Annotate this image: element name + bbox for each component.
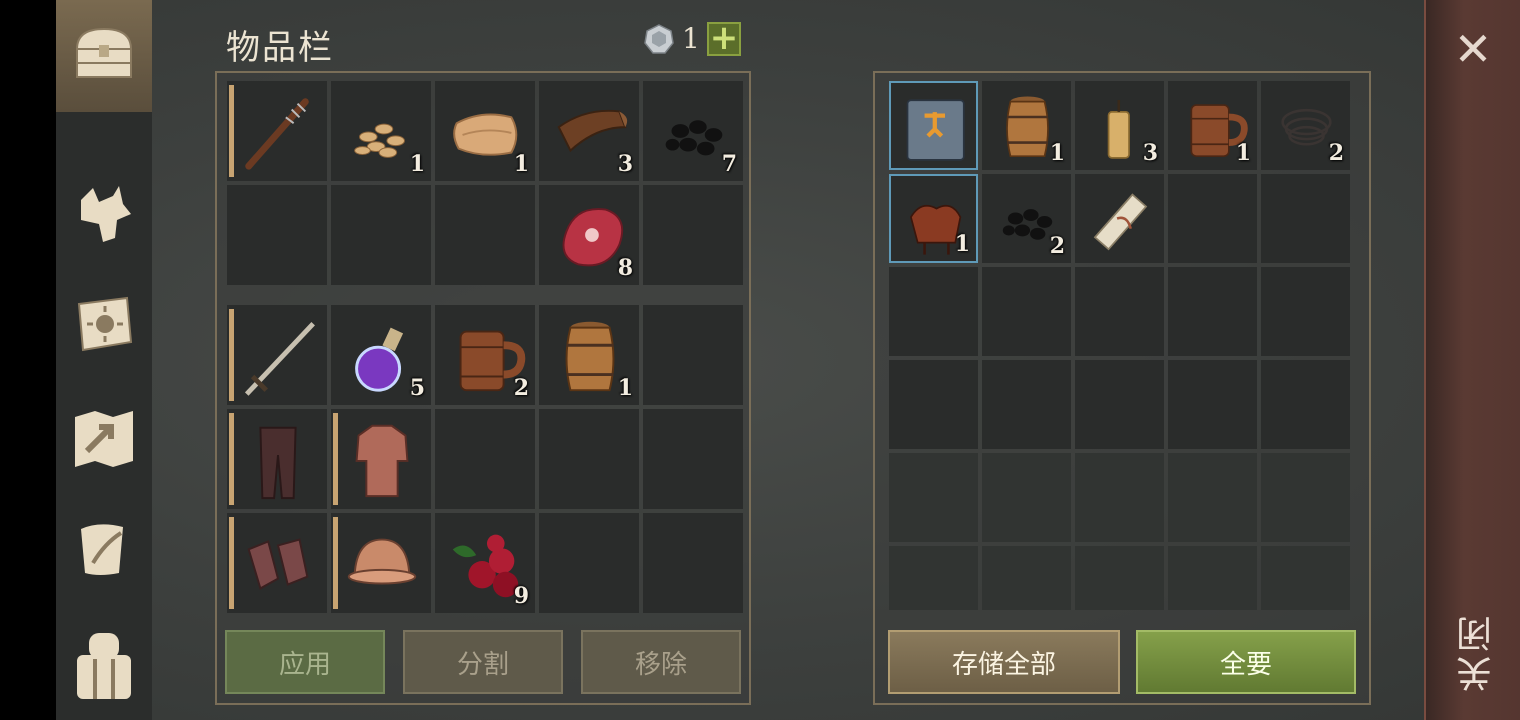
empty-slot[interactable] (643, 409, 743, 509)
chain-gloves-icon (247, 538, 309, 590)
item-slot-mug[interactable]: 1 (1168, 81, 1257, 170)
empty-slot[interactable] (982, 453, 1071, 542)
empty-slot[interactable] (1261, 546, 1350, 610)
item-slot-seeds[interactable]: 1 (331, 81, 431, 181)
item-quantity: 3 (617, 151, 633, 177)
sun-book-icon[interactable] (64, 285, 144, 365)
empty-slot[interactable] (889, 546, 978, 610)
empty-slot[interactable] (1168, 453, 1257, 542)
item-slot-candle[interactable]: 3 (1075, 81, 1164, 170)
close-label[interactable]: 关闭 (1452, 612, 1498, 692)
inventory-title: 物品栏 (226, 28, 334, 68)
item-slot-potion[interactable]: 5 (331, 305, 431, 405)
empty-slot[interactable] (1261, 267, 1350, 356)
spiked-club-icon (245, 98, 309, 170)
apply-button[interactable]: 应用 (225, 630, 385, 694)
item-quantity: 5 (409, 375, 425, 401)
empty-slot[interactable] (1075, 267, 1164, 356)
chain-pants-icon (259, 426, 297, 500)
empty-slot[interactable] (435, 409, 535, 509)
empty-slot[interactable] (643, 305, 743, 405)
item-quantity: 2 (513, 375, 529, 401)
helmet-icon (347, 538, 417, 585)
item-slot-sword[interactable] (227, 305, 327, 405)
empty-slot[interactable] (889, 453, 978, 542)
empty-slot[interactable] (643, 185, 743, 285)
item-quantity: 1 (513, 151, 529, 177)
empty-slot[interactable] (889, 360, 978, 449)
item-slot-bark[interactable]: 3 (539, 81, 639, 181)
backpack-icon[interactable] (64, 624, 144, 704)
paper-roll-icon (1093, 193, 1148, 251)
item-slot-barrel[interactable]: 1 (539, 305, 639, 405)
empty-slot[interactable] (1075, 360, 1164, 449)
empty-slot[interactable] (1075, 453, 1164, 542)
storage-grid: 1 3 1 2 1 2 (889, 81, 1350, 610)
map-icon[interactable] (64, 398, 144, 478)
empty-slot[interactable] (1168, 267, 1257, 356)
scroll-quill-icon[interactable] (64, 510, 144, 590)
item-slot-coal[interactable]: 7 (643, 81, 743, 181)
item-quantity: 1 (1049, 140, 1065, 166)
item-slot-leather[interactable]: 1 (435, 81, 535, 181)
item-slot-paper-roll[interactable] (1075, 174, 1164, 263)
item-slot-rope[interactable]: 2 (1261, 81, 1350, 170)
item-slot-helmet[interactable] (331, 513, 431, 613)
empty-slot[interactable] (539, 409, 639, 509)
empty-slot[interactable] (1168, 360, 1257, 449)
item-slot-raw-meat[interactable]: 8 (539, 185, 639, 285)
item-quantity: 9 (513, 583, 529, 609)
empty-slot[interactable] (539, 513, 639, 613)
empty-slot[interactable] (982, 360, 1071, 449)
empty-slot[interactable] (982, 546, 1071, 610)
inventory-top-grid: 1 1 3 7 8 (227, 81, 743, 285)
item-slot-chain-gloves[interactable] (227, 513, 327, 613)
item-quantity: 1 (1235, 140, 1251, 166)
item-quantity: 1 (954, 231, 970, 257)
item-slot-spiked-club[interactable] (227, 81, 327, 181)
sword-icon (244, 322, 315, 396)
split-button[interactable]: 分割 (403, 630, 563, 694)
item-slot-mug[interactable]: 2 (435, 305, 535, 405)
store-all-button[interactable]: 存储全部 (888, 630, 1120, 694)
gem-coin-icon (644, 24, 674, 54)
empty-slot[interactable] (1168, 174, 1257, 263)
item-slot-chain-pants[interactable] (227, 409, 327, 509)
recipe-book-icon (906, 99, 965, 161)
empty-slot[interactable] (889, 267, 978, 356)
wolf-icon[interactable] (64, 175, 144, 255)
item-quantity: 8 (617, 255, 633, 281)
empty-slot[interactable] (1261, 174, 1350, 263)
item-slot-saddle[interactable]: 1 (889, 174, 978, 263)
chain-armor-icon (355, 424, 409, 498)
item-quantity: 1 (409, 151, 425, 177)
item-slot-berries[interactable]: 9 (435, 513, 535, 613)
item-slot-recipe-book[interactable] (889, 81, 978, 170)
empty-slot[interactable] (435, 185, 535, 285)
item-slot-coal[interactable]: 2 (982, 174, 1071, 263)
item-quantity: 2 (1328, 140, 1344, 166)
take-all-button[interactable]: 全要 (1136, 630, 1356, 694)
item-quantity: 3 (1142, 140, 1158, 166)
empty-slot[interactable] (331, 185, 431, 285)
remove-button[interactable]: 移除 (581, 630, 741, 694)
empty-slot[interactable] (1075, 546, 1164, 610)
item-quantity: 1 (617, 375, 633, 401)
chest-icon[interactable] (64, 14, 144, 94)
sidebar (56, 0, 152, 720)
coin-count: 1 (682, 22, 700, 55)
empty-slot[interactable] (643, 513, 743, 613)
inventory-bottom-grid: 5 2 1 9 (227, 305, 743, 613)
add-coins-button[interactable]: + (707, 21, 741, 56)
item-slot-chain-armor[interactable] (331, 409, 431, 509)
empty-slot[interactable] (227, 185, 327, 285)
item-quantity: 7 (721, 151, 737, 177)
item-slot-barrel[interactable]: 1 (982, 81, 1071, 170)
close-icon[interactable]: ✕ (1448, 24, 1498, 74)
empty-slot[interactable] (1261, 360, 1350, 449)
empty-slot[interactable] (1261, 453, 1350, 542)
item-quantity: 2 (1049, 233, 1065, 259)
empty-slot[interactable] (982, 267, 1071, 356)
empty-slot[interactable] (1168, 546, 1257, 610)
